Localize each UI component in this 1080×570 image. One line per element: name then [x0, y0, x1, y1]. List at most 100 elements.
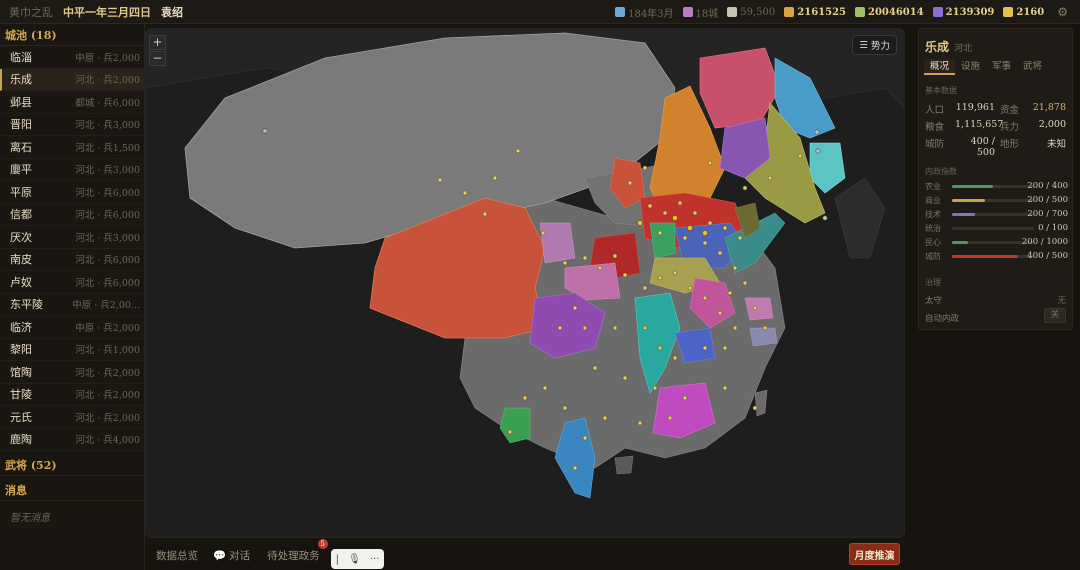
city-info: 河北 · 兵1,000 — [75, 345, 140, 357]
more-icon[interactable]: ··· — [370, 554, 380, 565]
stat-item: 59,500 — [727, 7, 775, 18]
tab-data-overview[interactable]: 数据总览 — [156, 548, 198, 563]
basic-label: 城防 — [925, 139, 945, 150]
city-info: 河北 · 兵2,000 — [75, 412, 140, 424]
monthly-simulation-button[interactable]: 月度推演 — [849, 543, 900, 565]
dev-label: 民心 — [925, 237, 941, 247]
city-name: 信都 — [10, 208, 32, 222]
dev-label: 商业 — [925, 195, 941, 205]
power-filter-label: 势力 — [870, 41, 890, 52]
tab-dialog[interactable]: 💬 对话 — [213, 548, 250, 563]
city-row[interactable]: 乐成 河北 · 兵2,000 — [0, 68, 144, 91]
dev-progress-bar — [952, 198, 1034, 202]
auto-admin-toggle[interactable]: 关 — [1044, 308, 1066, 323]
text-cursor-icon: | — [335, 553, 339, 565]
city-row[interactable]: 南皮 河北 · 兵6,000 — [0, 249, 144, 271]
auto-admin-label: 自动内政 — [925, 314, 960, 324]
city-info: 河北 · 兵4,000 — [75, 435, 140, 447]
city-info: 河北 · 兵1,500 — [75, 142, 140, 154]
city-row[interactable]: 元氏 河北 · 兵2,000 — [0, 406, 144, 429]
cities-header[interactable]: 城池 (18) — [0, 24, 144, 46]
basic-data-title: 基本数据 — [925, 86, 957, 95]
city-row[interactable]: 廮平 河北 · 兵3,000 — [0, 159, 144, 181]
world-map[interactable]: + − ☰ 势力 — [145, 28, 905, 538]
pending-count-badge: 5 — [317, 538, 328, 549]
panel-tab[interactable]: 设施 — [955, 59, 986, 75]
city-info: 河北 · 兵2,000 — [75, 367, 140, 379]
dev-progress-bar — [952, 184, 1034, 188]
city-row[interactable]: 东平陵 中原 · 兵2,00... — [0, 294, 144, 316]
city-row[interactable]: 卢奴 河北 · 兵6,000 — [0, 271, 144, 294]
stat-item: 2161525 — [784, 7, 846, 18]
city-list: 临淄 中原 · 兵2,000 乐成 河北 · 兵2,000 邺县 都城 · 兵6,000 晋… — [0, 46, 144, 451]
game-date: 中平一年三月四日 — [63, 5, 151, 19]
panel-tab[interactable]: 武将 — [1017, 59, 1048, 75]
dev-value: 200 / 700 — [1027, 209, 1068, 219]
city-info: 中原 · 兵2,000 — [75, 52, 140, 64]
basic-value: 400 / 500 — [970, 136, 995, 158]
zoom-out-button[interactable]: − — [149, 51, 166, 66]
dev-progress-fill — [952, 212, 976, 216]
city-name: 元氏 — [10, 410, 32, 424]
dev-index-row: 统治 0 / 100 — [925, 222, 1068, 234]
city-row[interactable]: 临济 中原 · 兵2,000 — [0, 316, 144, 339]
dev-value: 200 / 500 — [1027, 195, 1068, 205]
city-row[interactable]: 信都 河北 · 兵6,000 — [0, 204, 144, 226]
city-name: 廮平 — [10, 163, 32, 177]
basic-label: 资金 — [1000, 105, 1020, 116]
city-name: 黎阳 — [10, 343, 32, 357]
map-canvas[interactable] — [145, 28, 905, 538]
gear-icon[interactable]: ⚙ — [1057, 5, 1068, 19]
stat-item: 2160 — [1003, 7, 1044, 18]
dev-progress-fill — [952, 240, 969, 244]
city-name: 乐成 — [10, 73, 32, 87]
city-row[interactable]: 邺县 都城 · 兵6,000 — [0, 91, 144, 114]
dev-index-row: 城防 400 / 500 — [925, 250, 1068, 262]
tab-pending-label: 待处理政务 — [267, 549, 320, 562]
dev-label: 农业 — [925, 181, 941, 191]
basic-value: 1,115,657 — [955, 119, 1004, 130]
city-name: 馆陶 — [10, 365, 32, 379]
city-row[interactable]: 甘陵 河北 · 兵2,000 — [0, 384, 144, 406]
city-info: 河北 · 兵2,000 — [75, 390, 140, 402]
city-row[interactable]: 厌次 河北 · 兵3,000 — [0, 226, 144, 249]
city-info: 河北 · 兵6,000 — [75, 210, 140, 222]
basic-label: 兵力 — [1000, 122, 1020, 133]
panel-tab[interactable]: 军事 — [986, 59, 1017, 75]
city-row[interactable]: 临淄 中原 · 兵2,000 — [0, 46, 144, 69]
basic-value: 119,961 — [955, 102, 995, 113]
city-row[interactable]: 鹿陶 河北 · 兵4,000 — [0, 429, 144, 451]
generals-header[interactable]: 武将 (52) — [0, 454, 144, 476]
panel-tab[interactable]: 概况 — [924, 59, 955, 75]
city-name: 甘陵 — [10, 388, 32, 402]
city-row[interactable]: 离石 河北 · 兵1,500 — [0, 136, 144, 159]
dev-value: 200 / 1000 — [1021, 237, 1068, 247]
stat-value: 2161525 — [797, 6, 846, 18]
city-row[interactable]: 黎阳 河北 · 兵1,000 — [0, 339, 144, 361]
power-filter-button[interactable]: ☰ 势力 — [852, 35, 897, 55]
scenario-title: 黄巾之乱 — [9, 5, 53, 19]
microphone-icon[interactable]: 🎙 — [348, 554, 361, 565]
dev-progress-bar — [952, 254, 1034, 258]
basic-label: 人口 — [925, 105, 945, 116]
stat-item: 18城 — [682, 5, 718, 20]
messages-header[interactable]: 消息 — [0, 479, 144, 501]
resource-stats: 184年3月 18城 59,500 2161525 20046014 2139309 216… — [615, 0, 1068, 24]
city-name: 鹿陶 — [10, 433, 32, 447]
voice-input-bar[interactable]: | 🎙 ··· — [331, 549, 384, 569]
bulb-icon — [1003, 7, 1014, 17]
city-name: 平原 — [10, 185, 32, 199]
bottom-bar: 数据总览 💬 对话 待处理政务 5 | 🎙 ··· 月度推演 — [145, 538, 905, 570]
city-info: 河北 · 兵6,000 — [75, 255, 140, 267]
city-row[interactable]: 平原 河北 · 兵6,000 — [0, 181, 144, 204]
city-name: 南皮 — [10, 253, 32, 267]
tab-pending-affairs[interactable]: 待处理政务 5 — [267, 538, 328, 563]
zoom-in-button[interactable]: + — [149, 35, 166, 50]
dev-index-title: 内政指数 — [925, 167, 957, 176]
city-name: 厌次 — [10, 230, 32, 244]
dev-progress-fill — [952, 184, 993, 188]
panel-city-region: 河北 — [954, 44, 973, 54]
city-row[interactable]: 馆陶 河北 · 兵2,000 — [0, 361, 144, 384]
dev-label: 技术 — [925, 209, 941, 219]
city-row[interactable]: 晋阳 河北 · 兵3,000 — [0, 114, 144, 136]
